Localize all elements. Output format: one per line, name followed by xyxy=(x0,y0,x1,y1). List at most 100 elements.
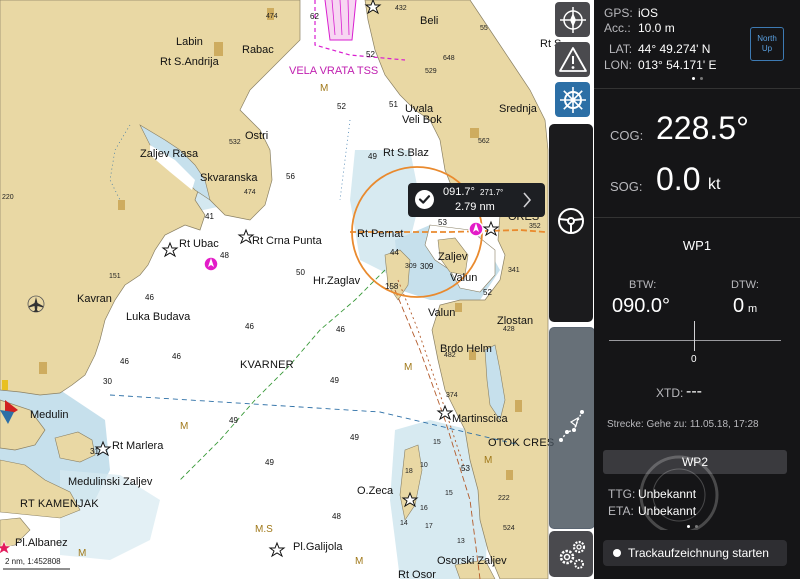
record-dot-icon xyxy=(613,549,621,557)
depth-sounding: 53 xyxy=(438,218,447,227)
place-label: Hr.Zaglav xyxy=(313,275,361,287)
chevron-right-icon[interactable] xyxy=(521,191,533,214)
height-label: 352 xyxy=(529,223,541,230)
place-label: Medulin xyxy=(30,409,69,421)
height-label: 220 xyxy=(2,194,14,201)
btw-value: 090.0° xyxy=(612,295,671,317)
crosshair-compass-button[interactable] xyxy=(555,2,590,37)
place-label: Skvaranska xyxy=(200,172,258,184)
height-label: 432 xyxy=(395,5,407,12)
bearing-popup[interactable]: 091.7° 271.7° 2.79 nm xyxy=(408,183,545,217)
place-label: Rt Ubac xyxy=(179,238,219,250)
dtw-unit: m xyxy=(748,303,758,315)
eta-label: ETA: xyxy=(608,504,634,518)
depth-sounding: 14 xyxy=(400,520,408,527)
settings-button[interactable] xyxy=(549,531,593,577)
depth-sounding: 13 xyxy=(457,538,465,545)
seabed-mark: M xyxy=(355,556,364,567)
depth-sounding: 51 xyxy=(389,100,398,109)
sog-label: SOG: xyxy=(610,179,643,194)
place-label: Beli xyxy=(420,15,439,27)
ttg-value: Unbekannt xyxy=(638,487,697,501)
ship-wheel-button[interactable] xyxy=(555,82,590,117)
track-record-button[interactable]: Trackaufzeichnung starten xyxy=(603,540,787,566)
depth-sounding: 18 xyxy=(405,468,413,475)
btw-label: BTW: xyxy=(629,279,657,291)
xtd-value: --- xyxy=(686,383,702,400)
airport-icon xyxy=(27,295,45,313)
gps-label: GPS: xyxy=(604,6,633,20)
place-label: Medulinski Zaljev xyxy=(68,476,153,488)
checkmark-icon[interactable] xyxy=(415,190,434,209)
anchor-marker xyxy=(203,256,219,272)
depth-sounding: 46 xyxy=(172,352,181,361)
height-label: 532 xyxy=(229,139,241,146)
route-panel[interactable] xyxy=(549,327,595,529)
place-label: Srednja xyxy=(499,103,537,115)
depth-sounding: 52 xyxy=(337,102,346,111)
seabed-mark: M xyxy=(180,421,189,432)
cog-value: 228.5° xyxy=(656,110,749,146)
place-label: Rt S.Blaz xyxy=(383,147,429,159)
dtw-label: DTW: xyxy=(731,279,759,291)
warning-button[interactable] xyxy=(555,42,590,77)
depth-sounding: 46 xyxy=(245,322,254,331)
cross-track-zero: 0 xyxy=(691,354,697,365)
ship-wheel-icon xyxy=(559,86,586,113)
place-label: Veli Bok xyxy=(402,114,442,126)
height-label: 529 xyxy=(425,68,437,75)
steering-panel[interactable] xyxy=(549,124,593,322)
place-label: Valun xyxy=(428,307,456,319)
place-label: Zaljev xyxy=(438,251,468,263)
cross-track-gauge xyxy=(609,340,781,341)
route-waypoints-icon[interactable] xyxy=(558,408,586,442)
depth-sounding: 44 xyxy=(390,248,399,257)
seabed-mark: M xyxy=(404,362,413,373)
height-label: 562 xyxy=(478,138,490,145)
place-label: Luka Budava xyxy=(126,311,191,323)
depth-sounding: 46 xyxy=(120,357,129,366)
crosshair-compass-icon xyxy=(559,6,586,33)
place-label: Rt S.Andrija xyxy=(160,56,219,68)
seabed-mark: M xyxy=(484,455,493,466)
depth-sounding: 30 xyxy=(103,377,112,386)
seabed-mark: M xyxy=(320,83,329,94)
depth-sounding: 49 xyxy=(368,152,377,161)
place-label: Pl.Albanez xyxy=(15,537,68,549)
height-label: 524 xyxy=(503,525,515,532)
lat-value: 44° 49.274' N xyxy=(638,42,711,56)
depth-sounding: 48 xyxy=(220,251,229,260)
navigation-panel: GPS: iOS Acc.: 10.0 m LAT: 44° 49.274' N… xyxy=(594,0,800,579)
place-label: Rabac xyxy=(242,44,274,56)
seabed-mark: M.S xyxy=(255,524,273,535)
track-record-label: Trackaufzeichnung starten xyxy=(628,546,769,560)
north-up-button[interactable]: North Up xyxy=(750,27,784,61)
height-label: 151 xyxy=(109,273,121,280)
depth-sounding: 56 xyxy=(286,172,295,181)
depth-sounding: 49 xyxy=(350,433,359,442)
height-label: 222 xyxy=(498,495,510,502)
steering-wheel-icon[interactable] xyxy=(555,205,587,237)
popup-bearing-magnetic: 271.7° xyxy=(480,188,504,197)
region-label: RT KAMENJAK xyxy=(20,498,99,510)
depth-sounding: 46 xyxy=(336,325,345,334)
depth-sounding: 49 xyxy=(330,376,339,385)
seabed-mark: M xyxy=(78,548,87,559)
place-label: Zaljev Rasa xyxy=(140,148,199,160)
lon-value: 013° 54.171' E xyxy=(638,58,717,72)
region-label: KVARNER xyxy=(240,359,294,371)
depth-sounding: 16 xyxy=(420,505,428,512)
north-up-line1: North xyxy=(757,34,777,43)
depth-sounding: 49 xyxy=(229,416,238,425)
place-label: Pl.Galijola xyxy=(293,541,343,553)
place-label: Rt Osor xyxy=(398,569,436,581)
xtd-label: XTD: xyxy=(656,386,684,400)
height-label: 474 xyxy=(244,189,256,196)
place-label: Labin xyxy=(176,36,203,48)
height-label: 648 xyxy=(443,55,455,62)
dtw-value: 0 xyxy=(733,295,745,317)
place-label: Kavran xyxy=(77,293,112,305)
depth-sounding: 48 xyxy=(332,512,341,521)
cog-label: COG: xyxy=(610,128,644,143)
waypoint1-title: WP1 xyxy=(682,238,712,253)
